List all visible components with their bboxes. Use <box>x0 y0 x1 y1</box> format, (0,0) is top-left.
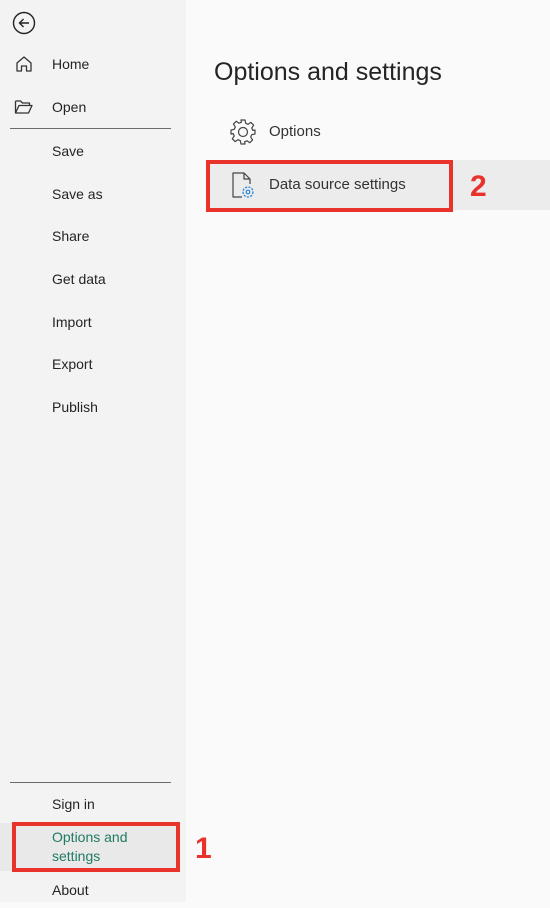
sidebar-item-about[interactable]: About <box>0 872 186 908</box>
folder-open-icon <box>14 100 33 114</box>
options-item[interactable]: Options <box>206 107 550 157</box>
options-label: Options <box>269 123 321 140</box>
sidebar-item-options-and-settings[interactable]: Options and settings <box>0 823 180 871</box>
divider <box>10 782 171 783</box>
back-button[interactable] <box>12 11 36 35</box>
sidebar-item-label: Export <box>52 356 93 372</box>
sidebar-item-label: Open <box>52 99 87 115</box>
sidebar: Home Open Save Save as Share Get data Im… <box>0 0 186 902</box>
sidebar-item-save-as[interactable]: Save as <box>0 176 186 212</box>
sidebar-item-get-data[interactable]: Get data <box>0 261 186 297</box>
sidebar-item-label: Get data <box>52 271 106 287</box>
sidebar-item-share[interactable]: Share <box>0 218 186 254</box>
sidebar-item-label: Sign in <box>52 796 95 812</box>
sidebar-item-label: About <box>52 882 89 898</box>
data-source-settings-item[interactable]: Data source settings <box>206 160 550 210</box>
sidebar-item-open[interactable]: Open <box>0 89 186 125</box>
sidebar-item-home[interactable]: Home <box>0 46 186 82</box>
sidebar-item-label: Home <box>52 56 90 72</box>
divider <box>10 128 171 129</box>
annotation-number-2: 2 <box>470 170 487 203</box>
annotation-number-1: 1 <box>195 832 212 865</box>
sidebar-item-publish[interactable]: Publish <box>0 389 186 425</box>
home-icon <box>16 56 32 72</box>
sidebar-item-label: Import <box>52 314 92 330</box>
sidebar-item-label: Options and settings <box>52 829 128 864</box>
arrow-left-circle-icon <box>12 11 36 35</box>
sidebar-item-label: Save <box>52 143 84 159</box>
sidebar-item-label: Share <box>52 228 90 244</box>
sidebar-item-label: Save as <box>52 186 103 202</box>
data-source-settings-label: Data source settings <box>269 176 406 193</box>
sidebar-item-save[interactable]: Save <box>0 133 186 169</box>
sidebar-item-export[interactable]: Export <box>0 346 186 382</box>
sidebar-item-label: Publish <box>52 399 98 415</box>
gear-icon <box>230 119 256 145</box>
sidebar-item-sign-in[interactable]: Sign in <box>0 786 186 822</box>
page-title: Options and settings <box>214 58 442 86</box>
document-gear-icon <box>232 172 254 198</box>
sidebar-item-import[interactable]: Import <box>0 304 186 340</box>
